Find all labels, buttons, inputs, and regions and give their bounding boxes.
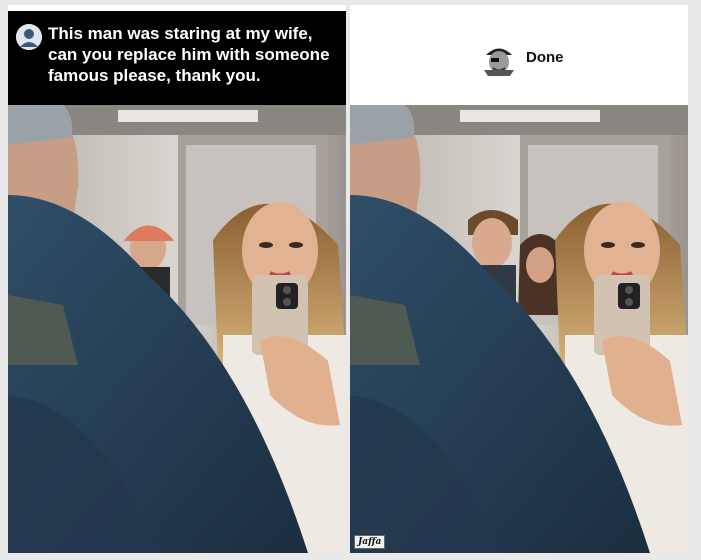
watermark-label: Jaffa	[354, 535, 386, 549]
right-post-panel: Done Jaffa	[350, 5, 688, 553]
user-avatar-icon	[16, 24, 42, 50]
left-post-panel: This man was staring at my wife, can you…	[8, 5, 346, 553]
left-post-header: This man was staring at my wife, can you…	[8, 11, 346, 105]
original-elevator-photo	[8, 105, 346, 553]
edited-elevator-photo: Jaffa	[350, 105, 688, 553]
left-post-caption: This man was staring at my wife, can you…	[48, 24, 330, 85]
right-post-header: Done	[350, 11, 688, 105]
pirate-avatar-icon	[480, 40, 518, 78]
right-post-caption: Done	[526, 49, 564, 66]
